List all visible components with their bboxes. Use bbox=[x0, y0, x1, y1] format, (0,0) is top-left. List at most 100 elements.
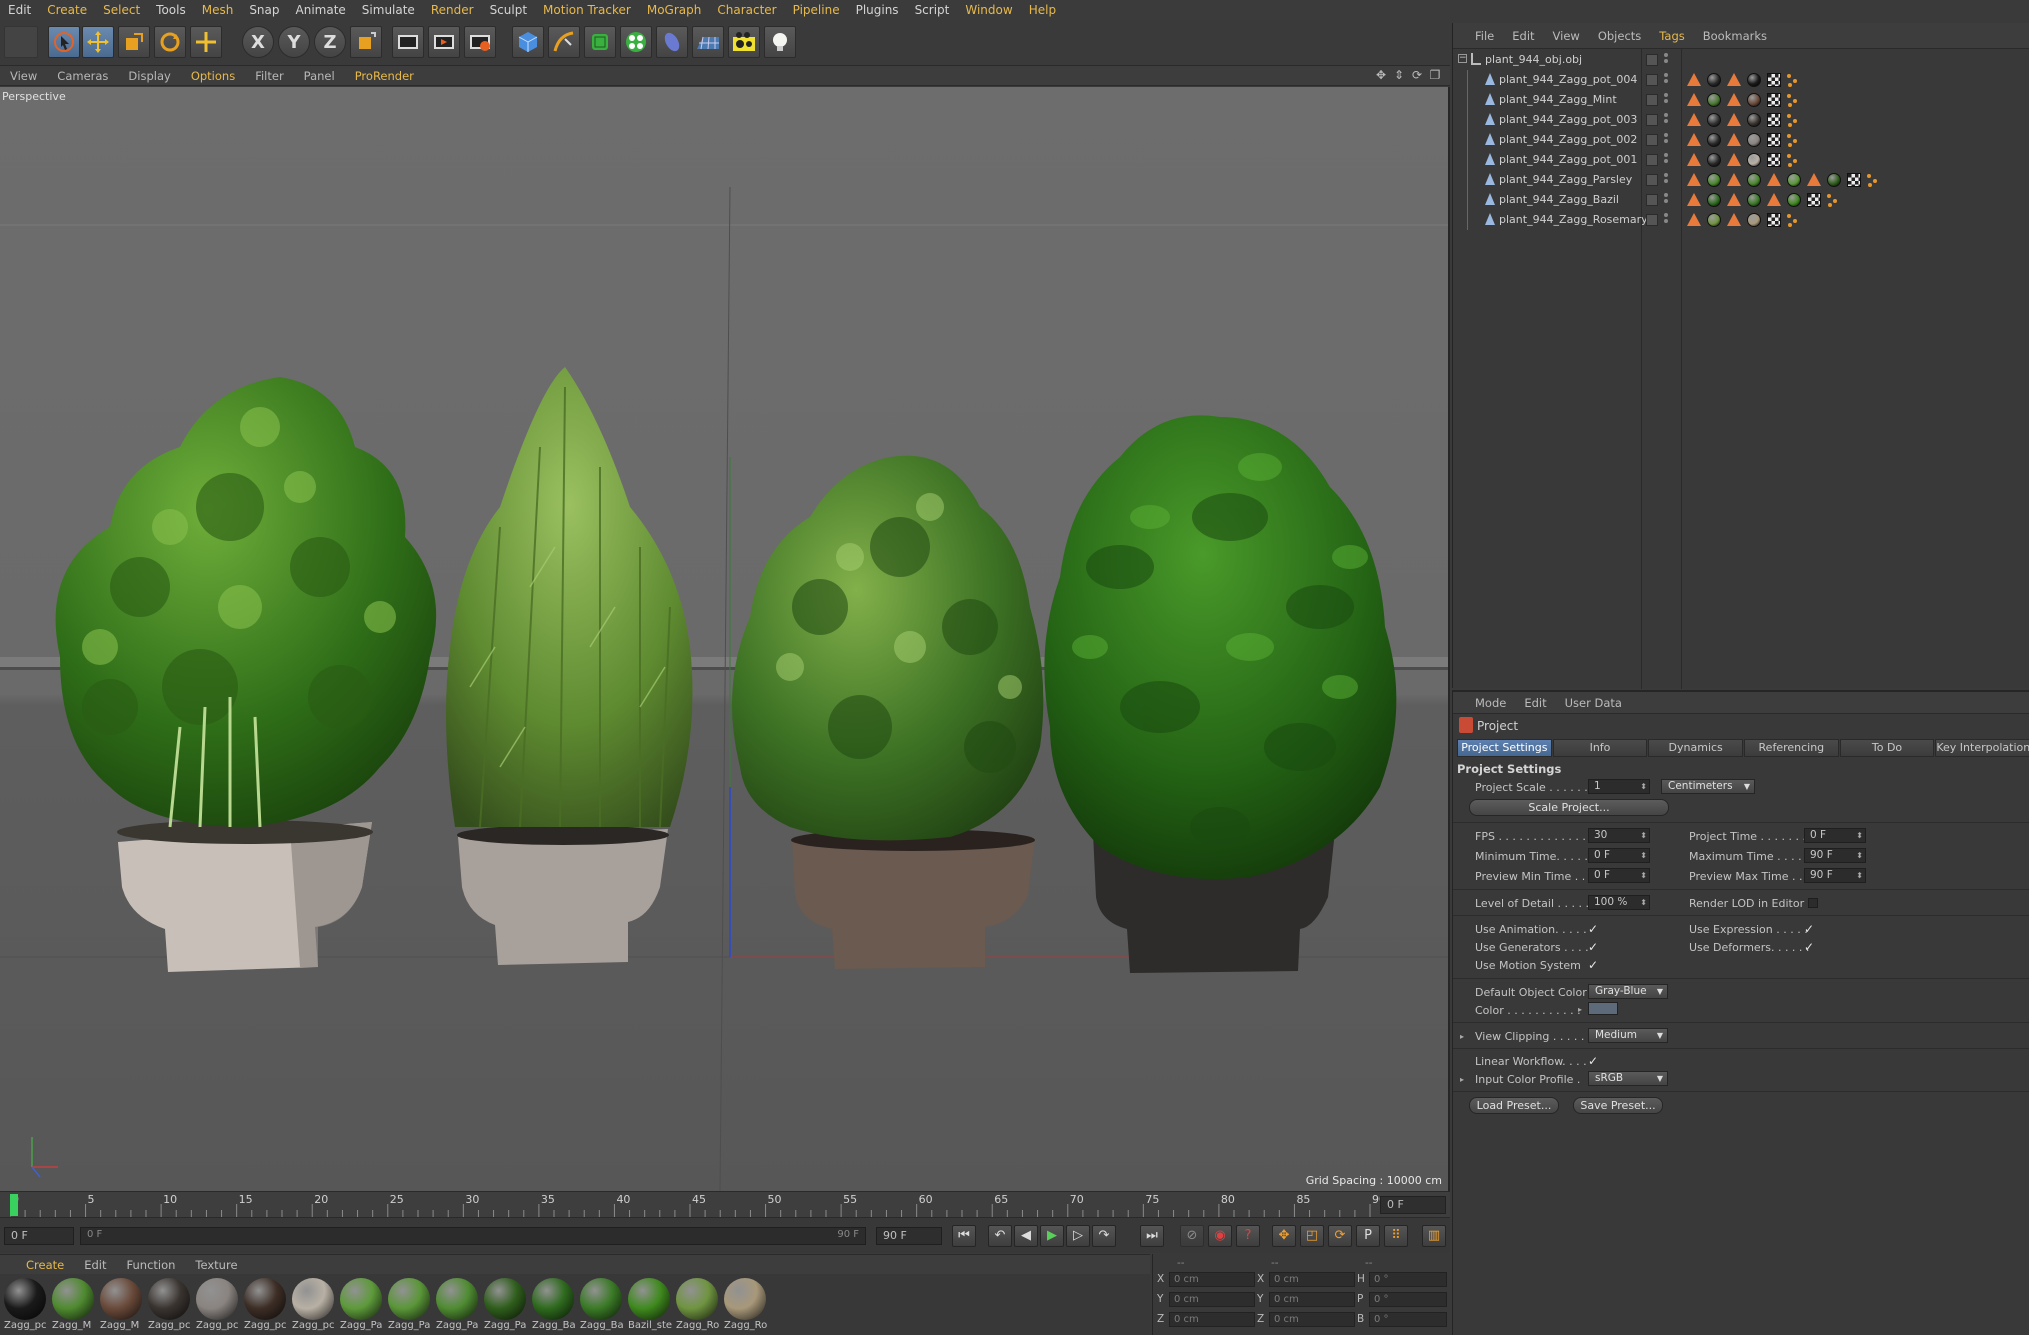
go-to-end-icon[interactable]: ⏭ bbox=[1140, 1225, 1164, 1247]
edit-visibility-icon[interactable] bbox=[1646, 134, 1658, 146]
autokeying-icon[interactable]: ? bbox=[1236, 1225, 1260, 1247]
preview-max-time-input[interactable]: 90 F ⬍ bbox=[1804, 868, 1866, 883]
material-swatch[interactable]: Bazil_ste bbox=[626, 1278, 672, 1335]
object-row[interactable]: plant_944_Zagg_pot_002 bbox=[1453, 130, 2029, 150]
material-menu-edit[interactable]: Edit bbox=[74, 1258, 116, 1272]
linear-workflow-checkbox[interactable]: ✓ bbox=[1588, 1055, 1600, 1067]
menu-help[interactable]: Help bbox=[1021, 3, 1064, 17]
record-point-level-icon[interactable]: ⠿ bbox=[1384, 1225, 1408, 1247]
scale-project-button[interactable]: Scale Project... bbox=[1469, 799, 1669, 816]
material-tag-icon[interactable] bbox=[1787, 173, 1801, 187]
edit-visibility-icon[interactable] bbox=[1646, 174, 1658, 186]
coord-size-x-field[interactable]: 0 cm bbox=[1269, 1272, 1355, 1287]
material-tag-icon[interactable] bbox=[1707, 193, 1721, 207]
next-frame-icon[interactable]: ▷ bbox=[1066, 1225, 1090, 1247]
selection-tag-icon[interactable] bbox=[1787, 73, 1799, 87]
selection-tag-icon[interactable] bbox=[1827, 193, 1839, 207]
edit-visibility-icon[interactable] bbox=[1646, 114, 1658, 126]
use-generators-checkbox[interactable]: ✓ bbox=[1588, 941, 1600, 953]
attribute-menu-edit[interactable]: Edit bbox=[1515, 696, 1555, 710]
object-menu-view[interactable]: View bbox=[1544, 29, 1589, 43]
light-icon[interactable] bbox=[764, 26, 796, 58]
menu-snap[interactable]: Snap bbox=[241, 3, 287, 17]
material-swatch[interactable]: Zagg_M bbox=[98, 1278, 144, 1335]
move-tool-icon[interactable] bbox=[82, 26, 114, 58]
uvw-tag-icon[interactable] bbox=[1767, 213, 1781, 227]
playhead[interactable] bbox=[10, 1194, 18, 1216]
material-tag-icon[interactable] bbox=[1787, 193, 1801, 207]
tab-referencing[interactable]: Referencing bbox=[1744, 739, 1839, 757]
menu-animate[interactable]: Animate bbox=[288, 3, 354, 17]
object-row[interactable]: plant_944_Zagg_Rosemary bbox=[1453, 210, 2029, 230]
live-selection-tool-icon[interactable] bbox=[48, 26, 80, 58]
project-scale-unit-dropdown[interactable]: Centimeters ▼ bbox=[1661, 779, 1755, 794]
material-tag-icon[interactable] bbox=[1707, 133, 1721, 147]
material-swatch[interactable]: Zagg_pc bbox=[242, 1278, 288, 1335]
transform-tool-icon[interactable] bbox=[190, 26, 222, 58]
object-row[interactable]: plant_944_Zagg_Mint bbox=[1453, 90, 2029, 110]
view-clipping-expand-icon[interactable]: ▸ bbox=[1460, 1032, 1464, 1041]
tab-dynamics[interactable]: Dynamics bbox=[1648, 739, 1744, 757]
material-tag-icon[interactable] bbox=[1827, 173, 1841, 187]
edit-visibility-icon[interactable] bbox=[1646, 194, 1658, 206]
deformer-icon[interactable] bbox=[656, 26, 688, 58]
use-motion-system-checkbox[interactable]: ✓ bbox=[1588, 959, 1600, 971]
phong-tag-icon[interactable] bbox=[1687, 213, 1701, 226]
timeline[interactable]: 051015202530354045505560657075808590 0 F bbox=[0, 1191, 1450, 1218]
object-menu-bookmarks[interactable]: Bookmarks bbox=[1694, 29, 1776, 43]
coord-size-z-field[interactable]: 0 cm bbox=[1269, 1312, 1355, 1327]
previous-key-icon[interactable]: ↶ bbox=[988, 1225, 1012, 1247]
render-lod-checkbox[interactable] bbox=[1808, 898, 1818, 908]
toggle-layout-icon[interactable]: ❐ bbox=[1428, 68, 1442, 82]
selection-tag-icon[interactable] bbox=[1787, 213, 1799, 227]
menu-select[interactable]: Select bbox=[95, 3, 148, 17]
material-swatch[interactable]: Zagg_Ro bbox=[722, 1278, 768, 1335]
record-active-objects-icon[interactable]: ◉ bbox=[1208, 1225, 1232, 1247]
uvw-tag-icon[interactable] bbox=[1807, 193, 1821, 207]
phong-tag-icon[interactable] bbox=[1687, 73, 1701, 86]
material-tag-icon[interactable] bbox=[1707, 93, 1721, 107]
menu-create[interactable]: Create bbox=[39, 3, 95, 17]
material-tag-icon[interactable] bbox=[1707, 173, 1721, 187]
phong-tag-icon[interactable] bbox=[1687, 173, 1701, 186]
render-visibility-dots[interactable] bbox=[1664, 193, 1668, 207]
render-visibility-dots[interactable] bbox=[1664, 153, 1668, 167]
collapse-icon[interactable]: − bbox=[1458, 54, 1467, 63]
phong-tag-icon[interactable] bbox=[1727, 193, 1741, 206]
use-expression-checkbox[interactable]: ✓ bbox=[1804, 923, 1816, 935]
coord-position-y-field[interactable]: 0 cm bbox=[1169, 1292, 1255, 1307]
material-swatch[interactable]: Zagg_Pa bbox=[434, 1278, 480, 1335]
material-tag-icon[interactable] bbox=[1747, 93, 1761, 107]
material-tag-icon[interactable] bbox=[1747, 193, 1761, 207]
edit-visibility-icon[interactable] bbox=[1646, 94, 1658, 106]
view-clipping-dropdown[interactable]: Medium ▼ bbox=[1588, 1028, 1668, 1043]
render-settings-icon[interactable] bbox=[464, 26, 496, 58]
material-tag-icon[interactable] bbox=[1747, 113, 1761, 127]
y-axis-lock-button[interactable]: Y bbox=[278, 26, 310, 58]
render-visibility-dots[interactable] bbox=[1664, 133, 1668, 147]
viewport-menu-view[interactable]: View bbox=[0, 69, 47, 83]
phong-tag-icon[interactable] bbox=[1687, 93, 1701, 106]
menu-sculpt[interactable]: Sculpt bbox=[482, 3, 535, 17]
cloner-icon[interactable] bbox=[620, 26, 652, 58]
dolly-icon[interactable]: ⇕ bbox=[1392, 68, 1406, 82]
floor-icon[interactable] bbox=[692, 26, 724, 58]
attribute-menu-mode[interactable]: Mode bbox=[1453, 696, 1515, 710]
camera-icon[interactable] bbox=[728, 26, 760, 58]
material-tag-icon[interactable] bbox=[1747, 133, 1761, 147]
menu-simulate[interactable]: Simulate bbox=[354, 3, 423, 17]
fps-input[interactable]: 30 ⬍ bbox=[1588, 828, 1650, 843]
attribute-menu-user-data[interactable]: User Data bbox=[1556, 696, 1631, 710]
uvw-tag-icon[interactable] bbox=[1767, 93, 1781, 107]
phong-tag-icon[interactable] bbox=[1687, 193, 1701, 206]
material-swatch[interactable]: Zagg_pc bbox=[194, 1278, 240, 1335]
pan-icon[interactable]: ✥ bbox=[1374, 68, 1388, 82]
material-swatch[interactable]: Zagg_pc bbox=[146, 1278, 192, 1335]
object-row[interactable]: plant_944_Zagg_pot_003 bbox=[1453, 110, 2029, 130]
menu-render[interactable]: Render bbox=[423, 3, 482, 17]
render-visibility-dots[interactable] bbox=[1664, 113, 1668, 127]
material-tag-icon[interactable] bbox=[1707, 73, 1721, 87]
x-axis-lock-button[interactable]: X bbox=[242, 26, 274, 58]
material-swatch[interactable]: Zagg_pc bbox=[2, 1278, 48, 1335]
menu-plugins[interactable]: Plugins bbox=[848, 3, 907, 17]
